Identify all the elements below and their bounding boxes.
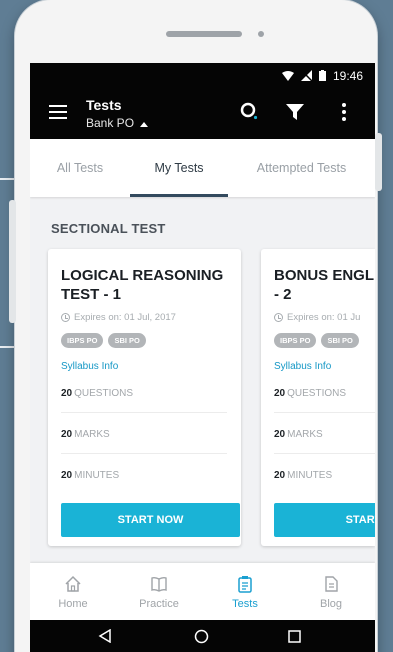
tab-my-tests[interactable]: My Tests xyxy=(130,139,228,197)
recents-icon[interactable] xyxy=(288,630,301,643)
nav-item-tests[interactable]: Tests xyxy=(202,563,288,620)
book-icon xyxy=(151,576,167,592)
nav-item-practice[interactable]: Practice xyxy=(116,563,202,620)
exam-tag: SBI PO xyxy=(321,333,359,348)
nav-item-home[interactable]: Home xyxy=(30,563,116,620)
caret-icon xyxy=(140,122,149,127)
exam-selector-label: Bank PO xyxy=(86,116,135,130)
app-bar: Tests Bank PO xyxy=(30,88,375,139)
questions-count: 20 QUESTIONS xyxy=(274,388,347,399)
divider xyxy=(61,412,227,413)
more-options-icon[interactable] xyxy=(342,103,346,121)
document-icon xyxy=(325,576,338,592)
exam-tag: IBPS PO xyxy=(274,333,317,348)
divider xyxy=(274,453,375,454)
phone-camera xyxy=(258,31,264,37)
nav-label: Tests xyxy=(232,598,258,610)
search-icon[interactable] xyxy=(240,102,258,120)
app-screen: 19:46 Tests Bank PO All Tests My Tests A… xyxy=(30,63,375,652)
minutes-count: 20 MINUTES xyxy=(61,470,120,481)
clipboard-icon xyxy=(238,576,252,593)
marks-count: 20 MARKS xyxy=(274,429,323,440)
battery-icon xyxy=(318,70,326,81)
page-title: Tests xyxy=(86,97,122,113)
phone-side-button xyxy=(375,133,382,191)
marks-count: 20 MARKS xyxy=(61,429,110,440)
nav-item-blog[interactable]: Blog xyxy=(288,563,374,620)
back-icon[interactable] xyxy=(98,629,112,643)
start-now-button[interactable]: START NOW xyxy=(61,503,240,537)
exam-tag: IBPS PO xyxy=(61,333,104,348)
home-icon xyxy=(65,575,81,592)
tab-bar: All Tests My Tests Attempted Tests xyxy=(30,139,375,197)
test-name: BONUS ENGL - 2 xyxy=(274,267,375,303)
exam-tags: IBPS PO SBI PO xyxy=(274,333,359,348)
tab-all-tests[interactable]: All Tests xyxy=(30,139,130,197)
tab-attempted-tests[interactable]: Attempted Tests xyxy=(228,139,375,197)
divider xyxy=(61,453,227,454)
wifi-icon xyxy=(281,70,294,81)
phone-side-button xyxy=(9,200,16,323)
exam-tags: IBPS PO SBI PO xyxy=(61,333,146,348)
syllabus-info-link[interactable]: Syllabus Info xyxy=(61,361,118,372)
section-title: SECTIONAL TEST xyxy=(51,221,166,236)
nav-label: Home xyxy=(58,598,88,610)
minutes-count: 20 MINUTES xyxy=(274,470,333,481)
status-time: 19:46 xyxy=(332,68,363,83)
signal-icon xyxy=(300,70,312,81)
exam-selector[interactable]: Bank PO xyxy=(86,116,149,130)
expiry-date: Expires on: 01 Jul, 2017 xyxy=(61,312,176,323)
clock-icon xyxy=(274,313,283,322)
divider xyxy=(274,412,375,413)
test-card[interactable]: LOGICAL REASONING TEST - 1 Expires on: 01… xyxy=(48,249,241,546)
nav-label: Practice xyxy=(139,598,179,610)
nav-label: Blog xyxy=(319,598,343,610)
bottom-nav: Home Practice Tests Blog xyxy=(30,563,375,620)
test-card[interactable]: BONUS ENGL - 2 Expires on: 01 Ju IBPS PO … xyxy=(261,249,375,546)
exam-tag: SBI PO xyxy=(108,333,146,348)
filter-icon[interactable] xyxy=(286,104,304,120)
home-circle-icon[interactable] xyxy=(194,629,209,644)
questions-count: 20 QUESTIONS xyxy=(61,388,134,399)
system-nav-bar xyxy=(30,620,375,652)
test-name: LOGICAL REASONING TEST - 1 xyxy=(61,267,224,303)
expiry-date: Expires on: 01 Ju xyxy=(274,312,360,323)
syllabus-info-link[interactable]: Syllabus Info xyxy=(274,361,331,372)
start-now-button[interactable]: START xyxy=(274,503,375,537)
status-bar: 19:46 xyxy=(30,63,375,88)
clock-icon xyxy=(61,313,70,322)
menu-icon[interactable] xyxy=(49,105,67,119)
phone-speaker xyxy=(166,31,242,37)
